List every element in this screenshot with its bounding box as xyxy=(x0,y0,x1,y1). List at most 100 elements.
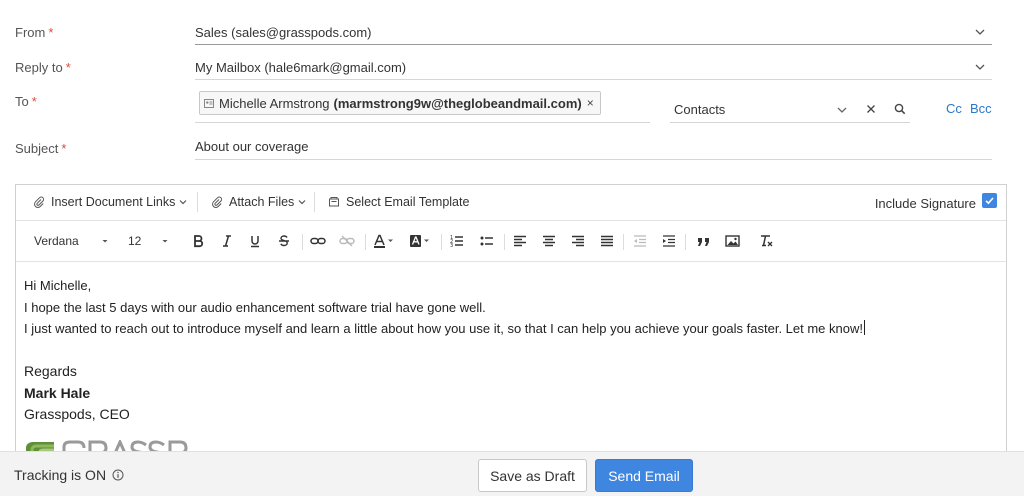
font-color-button[interactable] xyxy=(373,234,395,248)
info-icon[interactable] xyxy=(112,469,124,481)
toolbar-divider xyxy=(441,234,442,250)
sender-title: Grasspods, CEO xyxy=(24,406,130,422)
include-signature-checkbox[interactable] xyxy=(982,193,997,208)
font-size-value: 12 xyxy=(128,234,142,248)
bullet-list-icon xyxy=(480,236,493,246)
toolbar-divider xyxy=(302,234,303,250)
search-icon[interactable] xyxy=(893,102,907,116)
clear-formatting-button[interactable] xyxy=(759,234,774,248)
required-mark: * xyxy=(48,25,54,40)
formatting-toolbar: Verdana 12 123 xyxy=(16,222,1006,262)
align-center-button[interactable] xyxy=(542,234,556,248)
italic-icon xyxy=(223,235,231,247)
justify-button[interactable] xyxy=(600,234,614,248)
template-icon xyxy=(329,197,339,207)
required-mark: * xyxy=(61,141,67,156)
chevron-down-icon[interactable] xyxy=(973,60,987,74)
toolbar-divider xyxy=(365,234,366,250)
chevron-down-icon xyxy=(298,200,306,205)
insert-document-links-button[interactable]: Insert Document Links xyxy=(33,195,188,209)
align-right-button[interactable] xyxy=(571,234,585,248)
caret-down-icon xyxy=(102,240,108,243)
align-left-button[interactable] xyxy=(513,234,527,248)
text-cursor xyxy=(863,320,865,335)
from-label-text: From xyxy=(15,25,46,40)
subject-label: Subject * xyxy=(15,141,66,156)
subject-input[interactable]: About our coverage xyxy=(195,139,308,154)
toolbar-divider xyxy=(623,234,624,250)
reply-to-label: Reply to * xyxy=(15,60,71,75)
to-underline xyxy=(195,122,650,123)
indent-button[interactable] xyxy=(662,234,676,248)
cc-link[interactable]: Cc xyxy=(946,101,962,116)
chevron-down-icon xyxy=(179,200,187,205)
bcc-link[interactable]: Bcc xyxy=(970,101,992,116)
tracking-status-text: Tracking is ON xyxy=(14,467,107,483)
toolbar-divider xyxy=(504,234,505,250)
outdent-button[interactable] xyxy=(633,234,647,248)
recipient-chip[interactable]: Michelle Armstrong (marmstrong9w@theglob… xyxy=(199,91,601,115)
recipient-email: (marmstrong9w@theglobeandmail.com) xyxy=(333,95,582,111)
subject-label-text: Subject xyxy=(15,141,59,156)
strikethrough-button[interactable] xyxy=(277,234,291,248)
body-line-2-text: I just wanted to reach out to introduce … xyxy=(24,321,863,336)
caret-down-icon xyxy=(162,240,168,243)
reply-to-label-text: Reply to xyxy=(15,60,63,75)
indent-icon xyxy=(663,235,675,247)
paperclip-icon xyxy=(212,196,223,208)
attach-files-label: Attach Files xyxy=(229,195,295,209)
blockquote-button[interactable] xyxy=(696,234,712,248)
chevron-down-icon[interactable] xyxy=(973,25,987,39)
background-color-button[interactable] xyxy=(409,234,431,248)
save-as-draft-button[interactable]: Save as Draft xyxy=(478,459,587,492)
required-mark: * xyxy=(65,60,71,75)
paperclip-icon xyxy=(34,196,45,208)
bold-button[interactable] xyxy=(191,234,205,248)
unlink-button[interactable] xyxy=(339,234,355,248)
background-color-icon xyxy=(410,235,429,247)
insert-link-button[interactable] xyxy=(310,234,326,248)
ordered-list-button[interactable]: 123 xyxy=(450,234,464,248)
chevron-down-icon[interactable] xyxy=(835,103,849,117)
bullet-list-button[interactable] xyxy=(480,234,494,248)
sender-name: Mark Hale xyxy=(24,384,91,401)
font-size-select[interactable]: 12 xyxy=(128,234,169,248)
italic-button[interactable] xyxy=(220,234,234,248)
closing-line: Regards xyxy=(24,363,77,379)
to-label: To * xyxy=(15,94,37,109)
from-underline xyxy=(195,44,992,45)
send-email-button[interactable]: Send Email xyxy=(595,459,693,492)
attach-files-button[interactable]: Attach Files xyxy=(211,195,307,209)
toolbar-divider xyxy=(685,234,686,250)
quote-icon xyxy=(698,238,709,246)
toolbar-divider xyxy=(314,192,315,212)
toolbar-divider xyxy=(197,192,198,212)
email-body[interactable]: Hi Michelle, I hope the last 5 days with… xyxy=(24,275,994,426)
outdent-icon xyxy=(634,235,646,247)
clear-formatting-icon xyxy=(761,235,773,247)
contact-card-icon xyxy=(204,98,214,108)
contacts-select[interactable]: Contacts xyxy=(674,102,725,117)
select-email-template-label: Select Email Template xyxy=(346,195,470,209)
unlink-icon xyxy=(339,235,355,247)
email-editor: Insert Document Links Attach Files Selec… xyxy=(15,184,1007,459)
contacts-underline xyxy=(670,122,910,123)
select-email-template-button[interactable]: Select Email Template xyxy=(328,195,469,209)
greeting-line: Hi Michelle, xyxy=(24,278,92,293)
font-family-select[interactable]: Verdana xyxy=(34,234,109,248)
recipient-name: Michelle Armstrong xyxy=(219,95,330,111)
editor-top-toolbar: Insert Document Links Attach Files Selec… xyxy=(16,185,1006,221)
underline-button[interactable] xyxy=(248,234,262,248)
font-family-value: Verdana xyxy=(34,234,79,248)
clear-icon[interactable] xyxy=(864,102,878,116)
body-line-1: I hope the last 5 days with our audio en… xyxy=(24,299,486,315)
insert-document-links-label: Insert Document Links xyxy=(51,195,176,209)
required-mark: * xyxy=(31,94,37,109)
from-select[interactable]: Sales (sales@grasspods.com) xyxy=(195,25,371,40)
remove-recipient-button[interactable]: × xyxy=(587,96,594,110)
composer-footer: Tracking is ON Save as Draft Send Email xyxy=(0,451,1024,496)
insert-image-button[interactable] xyxy=(725,234,740,248)
align-right-icon xyxy=(572,235,584,247)
reply-to-select[interactable]: My Mailbox (hale6mark@gmail.com) xyxy=(195,60,406,75)
